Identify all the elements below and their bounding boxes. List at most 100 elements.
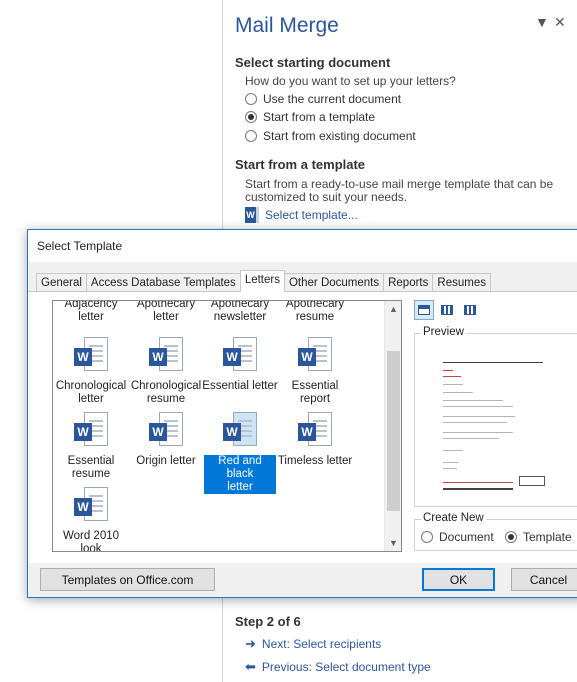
scroll-down-icon[interactable]: ▼ xyxy=(385,538,401,548)
templates-on-office-button[interactable]: Templates on Office.com xyxy=(40,568,215,591)
item-label-line2: resume xyxy=(71,468,111,480)
item-label-line1: Apothecary xyxy=(136,300,196,310)
large-icons-view-icon[interactable] xyxy=(414,300,434,320)
pane-title: Mail Merge xyxy=(235,14,339,37)
template-desc-line2: customized to suit your needs. xyxy=(245,190,408,204)
item-label-line1: Origin letter xyxy=(136,455,196,467)
option-label: Use the current document xyxy=(263,92,402,106)
word-document-icon: W xyxy=(298,337,332,377)
item-label-line2: letter xyxy=(227,481,253,493)
item-label-line1: Chronological xyxy=(55,380,127,392)
previous-step-link[interactable]: ⬅ Previous: Select document type xyxy=(245,659,431,675)
select-starting-heading: Select starting document xyxy=(235,55,391,70)
radio-use-current[interactable] xyxy=(245,93,257,105)
item-label-line1: Adjacency xyxy=(64,300,118,310)
tab-general[interactable]: General xyxy=(36,273,87,292)
template-item[interactable]: W Timeless letter xyxy=(277,412,353,468)
item-label-line2: resume xyxy=(295,311,335,323)
template-item[interactable]: W Essential report xyxy=(279,337,351,406)
item-label-line1: Timeless letter xyxy=(277,455,353,467)
word-document-icon: W xyxy=(223,412,257,452)
item-label-line2: letter xyxy=(78,393,104,405)
select-template-link[interactable]: W Select template... xyxy=(245,207,358,223)
cancel-button[interactable]: Cancel xyxy=(511,568,577,591)
word-document-icon: W xyxy=(223,337,257,377)
list-scrollbar[interactable]: ▲ ▼ xyxy=(384,301,401,551)
create-new-template-option[interactable]: Template xyxy=(505,530,572,544)
preview-group: Preview xyxy=(414,326,577,507)
template-item[interactable]: W Essential letter xyxy=(201,337,279,393)
next-step-label: Next: Select recipients xyxy=(261,637,382,651)
template-item[interactable]: W Word 2010 look xyxy=(55,487,127,552)
template-item-selected[interactable]: W Red and black letter xyxy=(204,412,276,494)
word-document-icon: W xyxy=(74,412,108,452)
item-label-line1: Apothecary xyxy=(285,300,345,310)
create-new-label: Create New xyxy=(421,512,486,524)
template-list[interactable]: Adjacency letter Apothecary letter Apoth… xyxy=(52,300,402,552)
word-document-icon: W xyxy=(149,412,183,452)
select-template-dialog: Select Template General Access Database … xyxy=(27,229,577,598)
item-label-line2: letter xyxy=(78,311,104,323)
template-heading: Start from a template xyxy=(235,157,366,172)
template-item-adjacency-letter[interactable]: Adjacency letter xyxy=(55,300,127,324)
tab-letters[interactable]: Letters xyxy=(239,270,285,292)
option-label: Template xyxy=(523,530,572,544)
template-preview-thumbnail xyxy=(429,354,551,494)
previous-step-label: Previous: Select document type xyxy=(261,660,431,674)
item-label-line2: letter xyxy=(153,311,179,323)
scrollbar-thumb[interactable] xyxy=(387,351,400,511)
tab-resumes[interactable]: Resumes xyxy=(432,273,491,292)
word-icon: W xyxy=(245,207,259,223)
word-document-icon: W xyxy=(74,487,108,527)
word-document-icon: W xyxy=(298,412,332,452)
item-label-line1: Word 2010 xyxy=(62,530,120,542)
select-template-label: Select template... xyxy=(265,208,358,222)
option-existing-document[interactable]: Start from existing document xyxy=(245,129,416,143)
option-label: Start from existing document xyxy=(263,129,416,143)
item-label-line2: newsletter xyxy=(213,311,267,323)
radio-start-from-template[interactable] xyxy=(245,111,257,123)
option-label: Start from a template xyxy=(263,110,376,124)
next-step-link[interactable]: ➜ Next: Select recipients xyxy=(245,636,381,652)
word-document-icon: W xyxy=(74,337,108,377)
template-item-apothecary-resume[interactable]: Apothecary resume xyxy=(279,300,351,324)
word-document-icon: W xyxy=(149,337,183,377)
option-label: Document xyxy=(439,530,494,544)
template-item[interactable]: W Chronological resume xyxy=(130,337,202,406)
template-item[interactable]: W Chronological letter xyxy=(55,337,127,406)
template-item[interactable]: W Essential resume xyxy=(55,412,127,481)
template-item-apothecary-newsletter[interactable]: Apothecary newsletter xyxy=(204,301,276,324)
template-tabs: General Access Database Templates Letter… xyxy=(36,270,491,292)
radio-existing-document[interactable] xyxy=(245,130,257,142)
list-view-icon[interactable] xyxy=(437,300,457,320)
item-label-line1: Red and black xyxy=(218,455,262,480)
ok-button[interactable]: OK xyxy=(422,568,495,591)
dialog-title: Select Template xyxy=(28,230,577,262)
setup-question: How do you want to set up your letters? xyxy=(245,74,456,88)
preview-label: Preview xyxy=(421,326,466,338)
radio-document[interactable] xyxy=(421,531,433,543)
pane-close-icon[interactable]: ✕ xyxy=(554,14,566,31)
option-use-current[interactable]: Use the current document xyxy=(245,92,401,106)
details-view-icon[interactable] xyxy=(460,300,480,320)
scroll-up-icon[interactable]: ▲ xyxy=(385,304,401,314)
pane-options-dropdown-icon[interactable]: ▼ xyxy=(535,14,549,30)
item-label-line1: Essential xyxy=(67,455,115,467)
radio-template[interactable] xyxy=(505,531,517,543)
option-start-from-template[interactable]: Start from a template xyxy=(245,110,375,124)
template-item-apothecary-letter[interactable]: Apothecary letter xyxy=(130,300,202,324)
create-new-group: Create New Document Template xyxy=(414,512,577,551)
step-indicator: Step 2 of 6 xyxy=(235,614,301,629)
tab-access-database-templates[interactable]: Access Database Templates xyxy=(85,273,241,292)
item-label-line1: Essential letter xyxy=(202,380,278,392)
create-new-document-option[interactable]: Document xyxy=(421,530,494,544)
item-label-line1: Chronological xyxy=(130,380,202,392)
arrow-left-icon: ⬅ xyxy=(245,659,256,674)
item-label-line2: look xyxy=(80,543,102,552)
tab-reports[interactable]: Reports xyxy=(383,273,434,292)
template-item[interactable]: W Origin letter xyxy=(130,412,202,468)
tab-other-documents[interactable]: Other Documents xyxy=(283,273,385,292)
item-label-line1: Essential xyxy=(291,380,339,392)
view-toggle xyxy=(414,300,480,320)
item-label-line2: resume xyxy=(146,393,186,405)
